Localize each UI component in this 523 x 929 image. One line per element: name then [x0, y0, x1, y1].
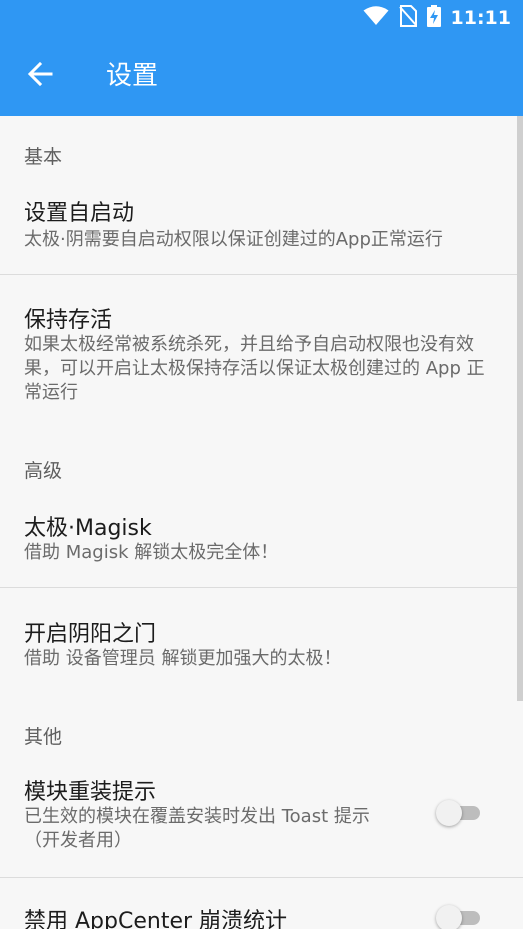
setting-auto-start[interactable]: 设置自启动 太极·阴需要自启动权限以保证创建过的App正常运行: [0, 184, 523, 274]
divider: [0, 877, 523, 878]
setting-title: 设置自启动: [24, 201, 135, 226]
status-time: 11:11: [450, 7, 511, 29]
setting-summary: 太极·阴需要自启动权限以保证创建过的App正常运行: [24, 229, 443, 250]
setting-keep-alive[interactable]: 保持存活 如果太极经常被系统杀死，并且给予自启动权限也没有效果，可以开启让太极保…: [0, 291, 523, 411]
app-bar: 设置: [0, 36, 523, 116]
setting-summary: 已生效的模块在覆盖安装时发出 Toast 提示（开发者用）: [24, 806, 370, 851]
setting-summary: 如果太极经常被系统杀死，并且给予自启动权限也没有效果，可以开启让太极保持存活以保…: [24, 334, 485, 403]
disable-appcenter-toggle[interactable]: [436, 903, 484, 929]
back-button[interactable]: [20, 56, 60, 96]
module-reinstall-hint-toggle[interactable]: [436, 798, 484, 826]
status-bar: 11:11: [0, 0, 523, 36]
setting-module-reinstall-hint[interactable]: 模块重装提示 已生效的模块在覆盖安装时发出 Toast 提示（开发者用）: [0, 764, 523, 876]
divider: [0, 274, 523, 275]
setting-taichi-magisk[interactable]: 太极·Magisk 借助 Magisk 解锁太极完全体！: [0, 499, 523, 587]
battery-charging-icon: [426, 5, 441, 31]
setting-summary: 借助 设备管理员 解锁更加强大的太极！: [24, 648, 342, 669]
setting-title: 开启阴阳之门: [24, 622, 157, 647]
section-header-advanced: 高级: [24, 460, 63, 482]
arrow-left-icon: [27, 61, 53, 91]
setting-summary: 借助 Magisk 解锁太极完全体！: [24, 542, 279, 563]
setting-title: 模块重装提示: [24, 780, 157, 805]
scrollbar[interactable]: [517, 116, 523, 701]
wifi-icon: [363, 6, 389, 30]
toggle-thumb: [436, 800, 462, 826]
section-header-basic: 基本: [24, 146, 63, 168]
settings-list[interactable]: 基本 设置自启动 太极·阴需要自启动权限以保证创建过的App正常运行 保持存活 …: [0, 116, 523, 929]
toggle-thumb: [436, 905, 462, 929]
setting-title: 太极·Magisk: [24, 516, 152, 541]
setting-title: 禁用 AppCenter 崩溃统计: [24, 909, 288, 929]
no-sim-icon: [398, 5, 417, 31]
setting-disable-appcenter[interactable]: 禁用 AppCenter 崩溃统计: [0, 896, 523, 929]
status-icons: 11:11: [363, 5, 511, 31]
page-title: 设置: [106, 61, 159, 91]
setting-yin-yang-gate[interactable]: 开启阴阳之门 借助 设备管理员 解锁更加强大的太极！: [0, 606, 523, 686]
section-header-other: 其他: [24, 726, 63, 748]
setting-title: 保持存活: [24, 308, 113, 333]
divider: [0, 587, 523, 588]
